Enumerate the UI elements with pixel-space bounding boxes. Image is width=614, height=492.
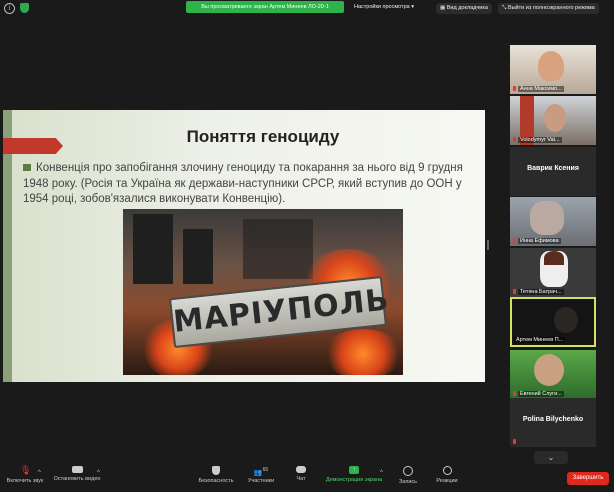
share-screen-button[interactable]: ↑ Демонстрация экрана <box>322 466 386 483</box>
muted-mic-icon <box>513 137 516 142</box>
chat-button[interactable]: Чат <box>292 466 310 482</box>
slide-body-content: Конвенція про запобігання злочину геноци… <box>23 162 463 205</box>
end-meeting-button[interactable]: Завершить <box>567 472 609 485</box>
chat-bubble-icon <box>296 466 306 473</box>
shield-icon <box>212 466 220 475</box>
share-screen-icon: ↑ <box>349 466 359 474</box>
video-camera-icon <box>71 466 83 473</box>
bullet-icon <box>23 164 31 171</box>
muted-mic-icon <box>513 391 516 396</box>
top-bar: i Вы просматриваете экран Артем Минеев Л… <box>0 0 614 16</box>
participant-name: Евгений Слуги... <box>518 391 564 397</box>
unmute-label: Включить звук <box>6 478 44 484</box>
audio-options-caret[interactable]: ^ <box>38 470 41 476</box>
participants-button[interactable]: 👥65 Участники <box>245 466 277 484</box>
record-icon <box>403 466 413 476</box>
participant-name: Инна Ефимова <box>518 238 561 244</box>
muted-mic-icon <box>513 86 516 91</box>
share-options-caret[interactable]: ^ <box>380 470 383 476</box>
slide-title: Поняття геноциду <box>186 127 340 146</box>
participant-name-centered: Polina Bilychenko <box>522 416 584 423</box>
speaker-view-button[interactable]: ▦ Вид докладчика <box>436 3 492 14</box>
participant-face <box>530 201 564 235</box>
mariupol-ruins-photo: МАРІУПОЛЬ <box>123 209 403 375</box>
exit-fullscreen-button[interactable]: ⤡ Выйти из полноэкранного режима <box>498 3 599 14</box>
participant-tile[interactable]: Ваврик Ксения <box>510 147 596 196</box>
participant-name-centered: Ваврик Ксения <box>527 165 579 172</box>
video-options-caret[interactable]: ^ <box>97 470 100 476</box>
reactions-label: Реакции <box>436 478 458 484</box>
security-button[interactable]: Безопасность <box>196 466 236 484</box>
record-button[interactable]: Запись <box>396 466 420 485</box>
muted-mic-icon: 🎙 <box>20 465 32 475</box>
participant-tile[interactable]: Анна Максимо... <box>510 45 596 94</box>
participant-face <box>554 307 578 333</box>
slide-accent-arrow <box>3 138 63 154</box>
security-label: Безопасность <box>198 478 234 484</box>
people-icon: 👥65 <box>253 467 269 477</box>
participant-name: Артем Минеев П... <box>514 337 566 343</box>
participant-tile[interactable]: Volodymyr Vat... <box>510 96 596 145</box>
participant-name: Тетяна Батрач... <box>518 289 564 295</box>
chat-label: Чат <box>296 476 306 482</box>
security-shield-icon[interactable] <box>20 3 29 13</box>
participant-face <box>534 354 564 386</box>
shared-slide: Поняття геноциду Конвенція про запобіган… <box>3 110 485 382</box>
exit-fullscreen-label: Выйти из полноэкранного режима <box>507 5 595 11</box>
participant-name: Анна Максимо... <box>518 86 564 92</box>
muted-mic-icon <box>513 289 516 294</box>
participant-face <box>538 51 564 81</box>
participant-tile[interactable]: Polina Bilychenko <box>510 398 596 447</box>
ruin-building <box>183 229 213 284</box>
viewing-screen-banner: Вы просматриваете экран Артем Минеев ЛО-… <box>186 1 344 13</box>
muted-mic-icon <box>513 439 516 444</box>
fire <box>323 329 403 375</box>
info-icon[interactable]: i <box>4 3 15 14</box>
participant-tile-active-speaker[interactable]: Артем Минеев П... <box>510 297 596 347</box>
record-label: Запись <box>398 479 418 485</box>
smiley-icon <box>442 466 452 475</box>
speaker-view-label: Вид докладчика <box>446 5 488 11</box>
muted-mic-icon <box>513 238 516 243</box>
participant-hair <box>544 251 564 265</box>
stop-video-label: Остановить видео <box>53 476 101 482</box>
view-settings-button[interactable]: Настройки просмотра ▾ <box>354 1 414 13</box>
stop-video-button[interactable]: Остановить видео <box>50 466 104 482</box>
participants-count: 65 <box>262 467 269 473</box>
participant-name: Volodymyr Vat... <box>518 137 562 143</box>
ruin-building <box>243 219 313 279</box>
slide-body-text: Конвенція про запобігання злочину геноци… <box>23 161 483 208</box>
participant-tile[interactable]: Инна Ефимова <box>510 197 596 246</box>
panel-splitter-handle[interactable] <box>487 240 489 250</box>
ruin-building <box>133 214 173 284</box>
participant-tile[interactable]: Евгений Слуги... <box>510 350 596 399</box>
reactions-button[interactable]: Реакции <box>433 466 461 484</box>
participant-tile[interactable]: Тетяна Батрач... <box>510 248 596 297</box>
participant-face <box>544 104 566 132</box>
share-screen-label: Демонстрация экрана <box>325 477 383 483</box>
participants-label: Участники <box>247 478 275 484</box>
expand-participants-button[interactable]: ⌄ <box>534 451 568 464</box>
